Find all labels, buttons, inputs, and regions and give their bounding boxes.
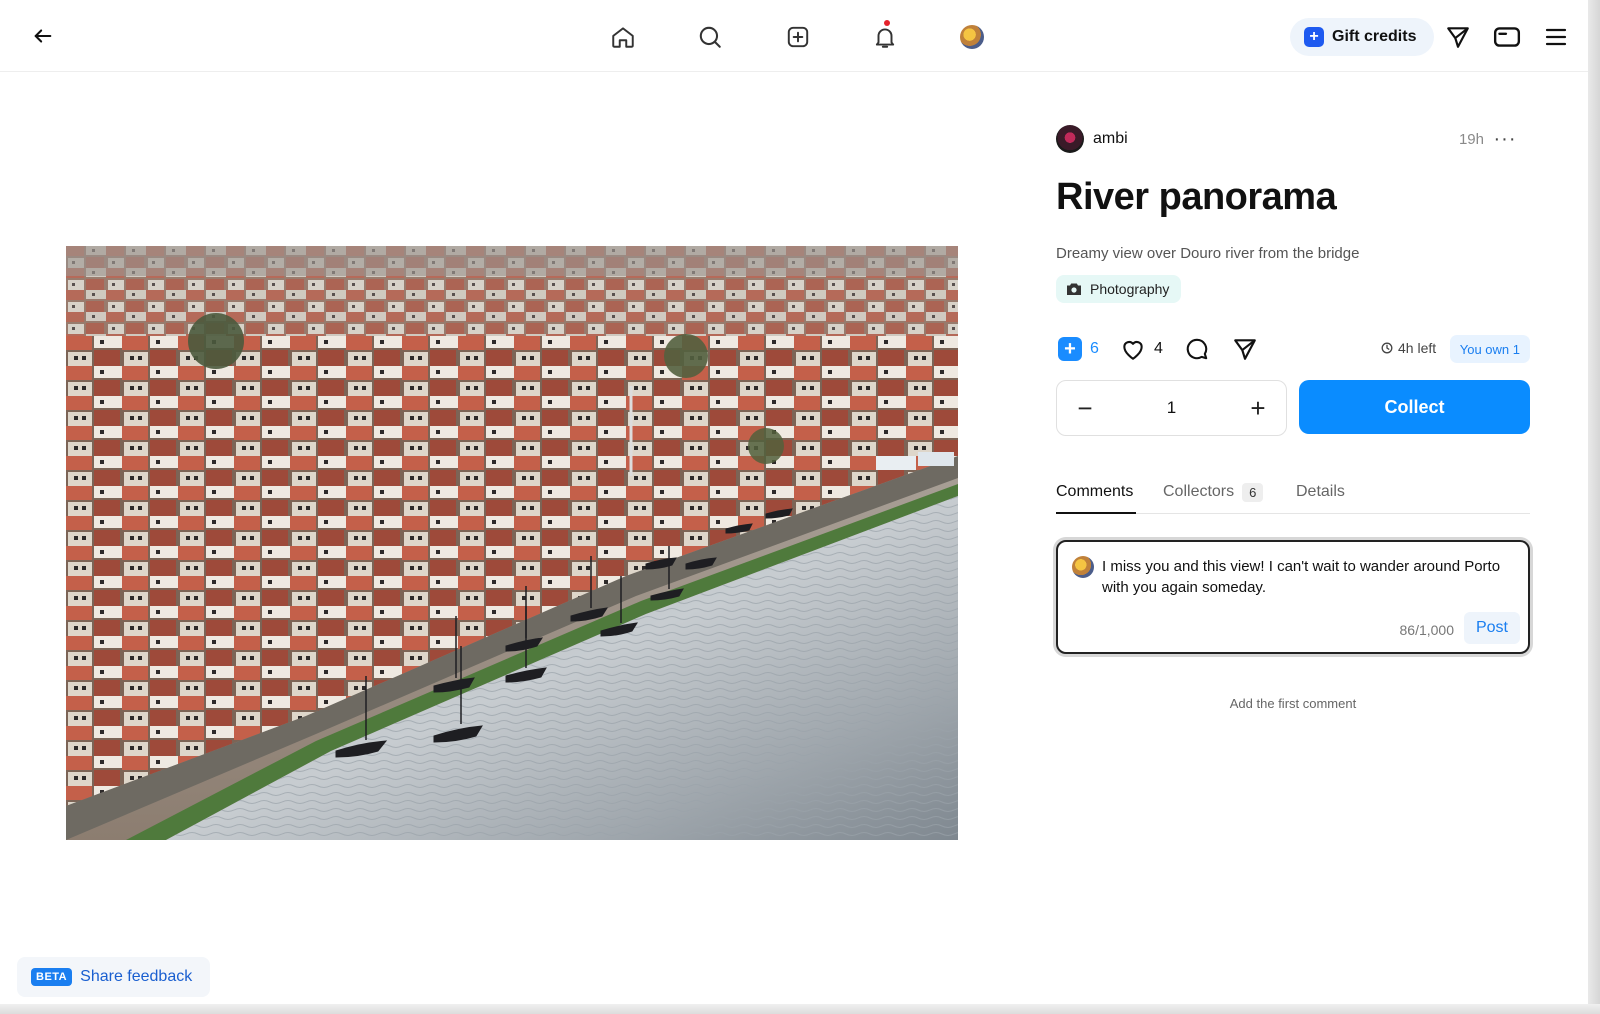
tab-collectors[interactable]: Collectors 6 (1163, 480, 1264, 504)
post-actions: + 6 4 4h left You own 1 (1056, 334, 1530, 364)
avatar (960, 25, 984, 49)
share-feedback-label: Share feedback (80, 968, 193, 985)
heart-icon (1123, 341, 1143, 360)
time-left: 4h left (1381, 340, 1436, 356)
beta-badge: BETA (31, 968, 73, 986)
active-tab-indicator (1056, 512, 1136, 514)
artwork-image[interactable] (66, 246, 958, 840)
clock-icon (1381, 342, 1393, 354)
gift-credits-label: Gift credits (1332, 28, 1417, 45)
category-tag-label: Photography (1090, 281, 1170, 297)
details-tabs: Comments Collectors 6 Details (1056, 474, 1530, 514)
nav-notifications-button[interactable] (865, 17, 905, 57)
nav-create-button[interactable] (778, 17, 818, 57)
author-avatar[interactable] (1056, 125, 1084, 153)
tab-comments[interactable]: Comments (1056, 480, 1133, 504)
nav-profile-button[interactable] (952, 17, 992, 57)
collect-count: 6 (1090, 340, 1099, 357)
gift-credits-button[interactable]: + Gift credits (1290, 18, 1435, 56)
more-options-button[interactable]: ··· (1490, 124, 1520, 154)
quantity-value[interactable]: 1 (1113, 398, 1230, 418)
plus-icon: + (1058, 337, 1082, 361)
comment-button[interactable] (1184, 334, 1210, 364)
post-time: 19h (1458, 131, 1484, 148)
comment-input-text[interactable]: I miss you and this view! I can't wait t… (1102, 556, 1512, 598)
app-window: + Gift credits ambi 19h ··· River panora… (0, 0, 1600, 1014)
like-button[interactable]: 4 (1120, 334, 1163, 364)
quantity-stepper: − 1 + (1056, 380, 1287, 436)
tab-collectors-label: Collectors (1163, 483, 1235, 500)
nav-search-button[interactable] (690, 17, 730, 57)
tab-details[interactable]: Details (1296, 480, 1345, 504)
author-name[interactable]: ambi (1093, 130, 1128, 148)
menu-icon (1545, 28, 1567, 46)
post-comment-button[interactable]: Post (1463, 612, 1520, 644)
top-navigation-bar: + Gift credits (0, 0, 1588, 72)
share-feedback-button[interactable]: BETA Share feedback (17, 957, 211, 997)
post-description: Dreamy view over Douro river from the br… (1056, 245, 1360, 262)
wallet-button[interactable] (1487, 17, 1527, 57)
collectors-count-badge: 6 (1242, 482, 1264, 502)
collect-count-button[interactable]: + 6 (1058, 334, 1099, 364)
time-left-label: 4h left (1398, 340, 1437, 356)
artwork-illustration (66, 246, 958, 840)
increment-button[interactable]: + (1230, 381, 1286, 435)
plus-icon: + (1304, 27, 1324, 47)
post-title: River panorama (1056, 176, 1337, 218)
decrement-button[interactable]: − (1057, 381, 1113, 435)
window-edge (1588, 0, 1600, 1014)
empty-comments-message: Add the first comment (1229, 696, 1357, 711)
collect-button[interactable]: Collect (1299, 380, 1530, 434)
wallet-icon (1493, 27, 1521, 47)
tab-details-label: Details (1296, 483, 1345, 500)
back-button[interactable] (23, 16, 63, 56)
avatar (1072, 556, 1094, 578)
send-icon (1447, 27, 1469, 48)
like-count: 4 (1154, 340, 1163, 357)
nav-home-button[interactable] (603, 17, 643, 57)
comment-input[interactable]: I miss you and this view! I can't wait t… (1056, 540, 1530, 654)
camera-icon (1067, 283, 1081, 295)
comment-icon (1186, 338, 1208, 360)
home-icon (612, 27, 634, 48)
send-button[interactable] (1438, 17, 1478, 57)
share-button[interactable] (1232, 334, 1258, 364)
author-row: ambi 19h ··· (1056, 124, 1530, 154)
notification-dot (884, 20, 890, 26)
window-edge (0, 1004, 1600, 1014)
character-count: 86/1,000 (1399, 622, 1455, 638)
send-icon (1234, 339, 1256, 360)
search-icon (699, 26, 721, 48)
category-tag[interactable]: Photography (1056, 275, 1182, 303)
menu-button[interactable] (1536, 17, 1576, 57)
tab-comments-label: Comments (1056, 483, 1134, 500)
bell-icon (875, 28, 895, 48)
arrow-left-icon (34, 29, 52, 43)
plus-square-icon (787, 26, 809, 48)
ownership-badge: You own 1 (1449, 335, 1530, 363)
